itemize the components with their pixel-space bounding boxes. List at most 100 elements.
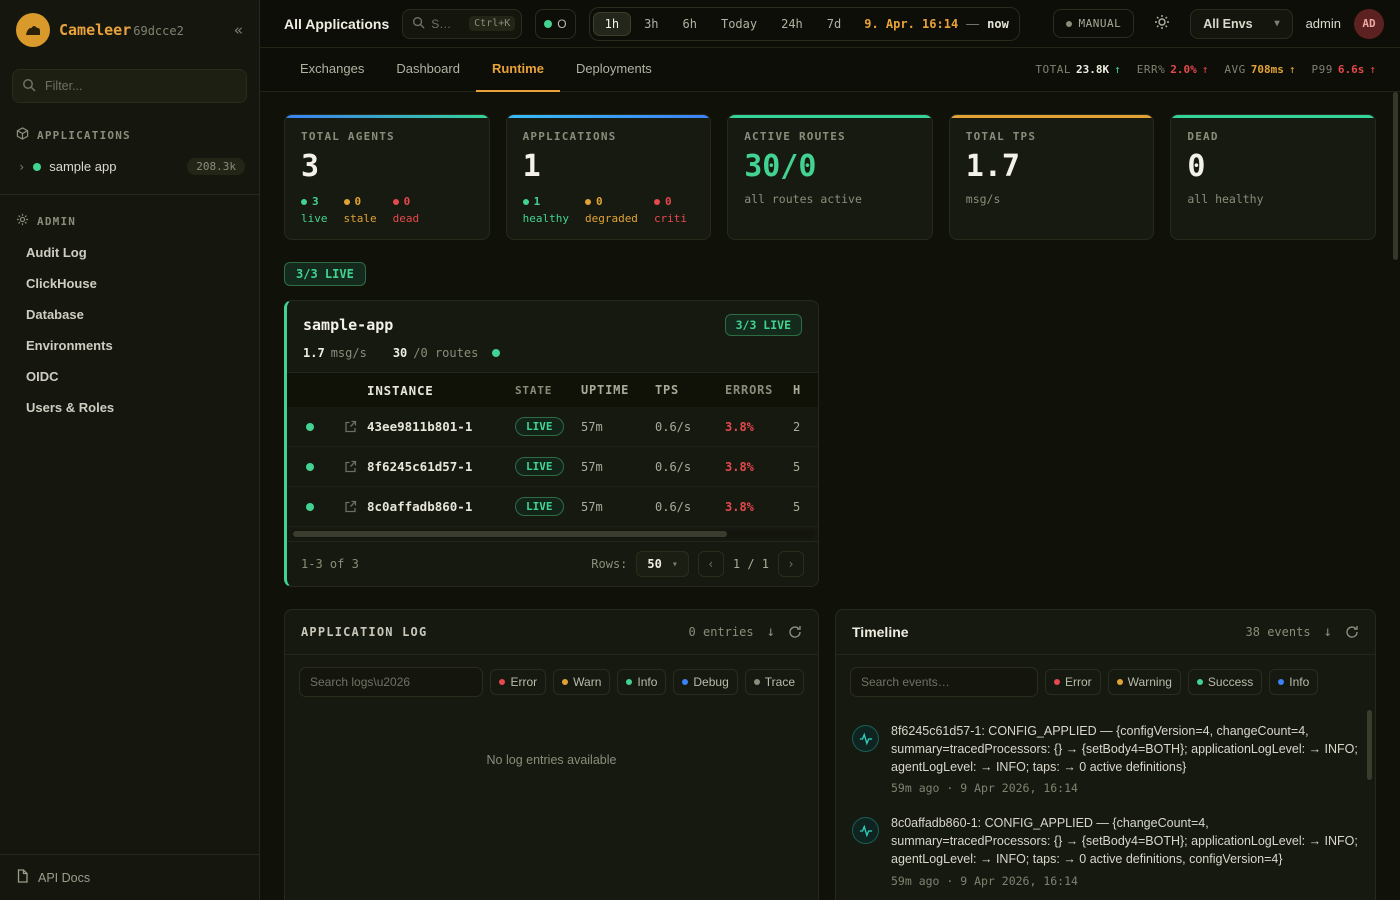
topbar: All Applications S… Ctrl+K O 1h 3h 6h To…	[260, 0, 1400, 48]
global-search[interactable]: S… Ctrl+K	[402, 9, 522, 39]
event-time: 59m ago · 9 Apr 2026, 16:14	[891, 781, 1359, 795]
range-7d[interactable]: 7d	[816, 13, 852, 35]
time-separator: —	[966, 16, 979, 31]
range-today[interactable]: Today	[710, 13, 768, 35]
horizontal-scrollbar[interactable]	[291, 530, 814, 538]
timeline-search-input[interactable]	[850, 667, 1038, 697]
filter-chip-error[interactable]: Error	[490, 669, 546, 695]
refresh-mode-button[interactable]: MANUAL	[1053, 9, 1134, 38]
filter-chip-info[interactable]: Info	[1269, 669, 1318, 695]
applications-icon	[16, 127, 29, 143]
sidebar-item-clickhouse[interactable]: ClickHouse	[0, 268, 259, 299]
filter-chip-warning[interactable]: Warning	[1108, 669, 1181, 695]
external-link-icon[interactable]	[333, 500, 367, 513]
timeline-panel: Timeline 38 events ↓ Error Warning	[835, 609, 1376, 900]
filter-chip-error[interactable]: Error	[1045, 669, 1101, 695]
filter-chip-warn[interactable]: Warn	[553, 669, 610, 695]
filter-chip-info[interactable]: Info	[617, 669, 666, 695]
range-3h[interactable]: 3h	[633, 13, 669, 35]
log-search-input[interactable]	[299, 667, 483, 697]
sidebar-filter	[12, 69, 247, 103]
state-badge: LIVE	[515, 497, 564, 516]
app-live-badge: 3/3 LIVE	[725, 314, 802, 336]
tab-stats: TOTAL 23.8K ↑ ERR% 2.0% ↑ AVG 708ms ↑ P9…	[1035, 63, 1376, 76]
timeline-event[interactable]: 8f6245c61d57-1: CONFIG_APPLIED — {config…	[852, 713, 1359, 805]
env-select[interactable]: All Envs ▾	[1190, 9, 1292, 39]
timeline-scrollbar[interactable]	[1367, 710, 1372, 780]
filter-chip-success[interactable]: Success	[1188, 669, 1262, 695]
online-status-chip[interactable]: O	[535, 9, 575, 39]
substat-stale: 0 stale	[344, 194, 377, 227]
table-footer: 1-3 of 3 Rows: 50 ▾ ‹ 1 / 1 ›	[287, 541, 818, 586]
app-name: sample-app	[303, 316, 393, 334]
brand-suffix: 69dcce2	[133, 24, 184, 38]
range-1h[interactable]: 1h	[593, 12, 631, 36]
page-scrollbar[interactable]	[1393, 92, 1398, 260]
filter-chip-trace[interactable]: Trace	[745, 669, 804, 695]
card-total-agents: TOTAL AGENTS 3 3 live 0 stale 0	[284, 114, 490, 240]
sidebar-collapse-button[interactable]: «	[234, 21, 243, 39]
sidebar-item-environments[interactable]: Environments	[0, 330, 259, 361]
timeline-event[interactable]: 8c0affadb860-1: CONFIG_APPLIED — {change…	[852, 805, 1359, 897]
applications-section-label: APPLICATIONS	[0, 109, 259, 151]
time-range-group: 1h 3h 6h Today 24h 7d 9. Apr. 16:14 — no…	[589, 7, 1020, 41]
table-row[interactable]: 8f6245c61d57-1 LIVE 57m 0.6/s 3.8% 5	[287, 447, 818, 487]
instance-table-header: INSTANCE STATE UPTIME TPS ERRORS H	[287, 373, 818, 407]
page-title: All Applications	[284, 16, 389, 32]
tab-exchanges[interactable]: Exchanges	[284, 48, 380, 92]
row-range: 1-3 of 3	[301, 557, 359, 571]
refresh-icon[interactable]	[1345, 625, 1359, 639]
app-item-badge: 208.3k	[187, 158, 245, 175]
download-icon[interactable]: ↓	[1324, 624, 1332, 640]
instance-status-dot	[306, 503, 314, 511]
app-tps-value: 1.7	[303, 346, 325, 360]
up-arrow-icon: ↑	[1202, 63, 1209, 76]
sidebar-filter-input[interactable]	[12, 69, 247, 103]
stat-cards: TOTAL AGENTS 3 3 live 0 stale 0	[284, 114, 1376, 240]
timeline-events-count: 38 events	[1246, 625, 1311, 639]
table-row[interactable]: 8c0affadb860-1 LIVE 57m 0.6/s 3.8% 5	[287, 487, 818, 527]
sidebar-item-users-roles[interactable]: Users & Roles	[0, 392, 259, 423]
sidebar-item-oidc[interactable]: OIDC	[0, 361, 259, 392]
instance-status-dot	[306, 423, 314, 431]
main-area: All Applications S… Ctrl+K O 1h 3h 6h To…	[260, 0, 1400, 900]
tabbar: Exchanges Dashboard Runtime Deployments …	[260, 48, 1400, 92]
filter-chip-debug[interactable]: Debug	[673, 669, 737, 695]
live-summary-badge: 3/3 LIVE	[284, 262, 366, 286]
refresh-icon[interactable]	[788, 625, 802, 639]
sidebar-item-audit-log[interactable]: Audit Log	[0, 237, 259, 268]
log-panel-title: APPLICATION LOG	[301, 625, 427, 639]
stat-total: TOTAL 23.8K ↑	[1035, 63, 1120, 76]
stat-err-rate: ERR% 2.0% ↑	[1137, 63, 1209, 76]
tab-deployments[interactable]: Deployments	[560, 48, 668, 92]
range-24h[interactable]: 24h	[770, 13, 814, 35]
range-6h[interactable]: 6h	[672, 13, 708, 35]
next-page-button[interactable]: ›	[778, 551, 804, 577]
theme-toggle-button[interactable]	[1147, 9, 1177, 39]
external-link-icon[interactable]	[333, 460, 367, 473]
avatar[interactable]: AD	[1354, 9, 1384, 39]
sidebar-item-database[interactable]: Database	[0, 299, 259, 330]
table-row[interactable]: 43ee9811b801-1 LIVE 57m 0.6/s 3.8% 2	[287, 407, 818, 447]
sample-app-panel: sample-app 3/3 LIVE 1.7 msg/s 30 /0 rout…	[284, 300, 819, 587]
rows-per-page-select[interactable]: 50 ▾	[636, 551, 688, 577]
activity-icon	[852, 725, 879, 752]
app-routes-suffix: /0 routes	[413, 346, 478, 360]
instance-status-dot	[306, 463, 314, 471]
download-icon[interactable]: ↓	[767, 624, 775, 640]
time-from[interactable]: 9. Apr. 16:14	[864, 17, 958, 31]
chevron-right-icon[interactable]: ›	[18, 160, 25, 174]
up-arrow-icon: ↑	[1289, 63, 1296, 76]
card-active-routes: ACTIVE ROUTES 30/0 all routes active	[727, 114, 933, 240]
external-link-icon[interactable]	[333, 420, 367, 433]
sidebar-item-sample-app[interactable]: › sample app 208.3k	[0, 151, 259, 182]
prev-page-button[interactable]: ‹	[698, 551, 724, 577]
app-routes-value: 30	[393, 346, 407, 360]
search-shortcut-kbd: Ctrl+K	[469, 16, 515, 31]
tab-runtime[interactable]: Runtime	[476, 48, 560, 92]
time-to[interactable]: now	[987, 17, 1009, 31]
tab-dashboard[interactable]: Dashboard	[380, 48, 476, 92]
event-time: 59m ago · 9 Apr 2026, 16:14	[891, 874, 1359, 888]
api-docs-link[interactable]: API Docs	[0, 854, 259, 900]
log-entries-count: 0 entries	[689, 625, 754, 639]
